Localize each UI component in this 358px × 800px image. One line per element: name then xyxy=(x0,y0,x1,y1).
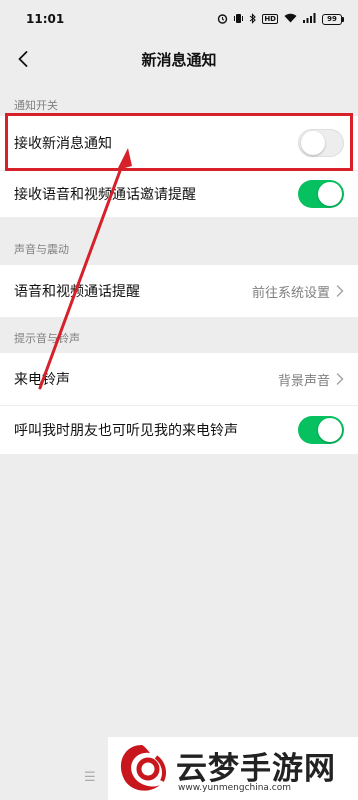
section-header-notification-switch: 通知开关 xyxy=(14,99,58,112)
watermark: 云梦手游网 www.yunmengchina.com xyxy=(108,737,358,800)
page-title: 新消息通知 xyxy=(141,50,217,69)
row-incoming-ringtone[interactable]: 来电铃声 背景声音 xyxy=(0,353,358,405)
nav-bar: 新消息通知 xyxy=(0,38,358,80)
row-friends-hear-ringtone[interactable]: 呼叫我时朋友也可听见我的来电铃声 xyxy=(0,406,358,454)
status-icons: HD 99 xyxy=(217,12,344,26)
row-label: 语音和视频通话提醒 xyxy=(14,284,140,300)
signal-icon xyxy=(303,13,316,25)
wifi-icon xyxy=(284,13,297,25)
receive-new-message-toggle[interactable] xyxy=(298,129,344,157)
watermark-url: www.yunmengchina.com xyxy=(178,783,292,793)
row-call-reminder-settings[interactable]: 语音和视频通话提醒 前往系统设置 xyxy=(0,265,358,317)
chevron-right-icon xyxy=(336,373,344,385)
watermark-logo xyxy=(120,745,166,791)
row-label: 呼叫我时朋友也可听见我的来电铃声 xyxy=(14,423,238,439)
row-label: 来电铃声 xyxy=(14,372,70,388)
menu-handle-icon: ☰ xyxy=(84,770,96,785)
bluetooth-icon xyxy=(249,12,257,26)
row-receive-call-invite-reminder[interactable]: 接收语音和视频通话邀请提醒 xyxy=(0,171,358,217)
row-label: 接收新消息通知 xyxy=(14,136,112,152)
call-invite-reminder-toggle[interactable] xyxy=(298,180,344,208)
chevron-left-icon xyxy=(18,51,28,67)
battery-icon: 99 xyxy=(322,13,344,25)
row-receive-new-message-notification[interactable]: 接收新消息通知 xyxy=(0,116,358,170)
back-button[interactable] xyxy=(8,44,38,74)
watermark-title: 云梦手游网 xyxy=(176,751,336,787)
row-value: 前往系统设置 xyxy=(251,285,330,301)
hd-icon: HD xyxy=(262,14,278,24)
battery-level: 99 xyxy=(322,13,342,25)
section-header-sound-vibration: 声音与震动 xyxy=(14,243,69,256)
alarm-icon xyxy=(217,13,228,26)
row-value: 背景声音 xyxy=(277,373,330,389)
section-header-tones-ringtones: 提示音与铃声 xyxy=(14,332,80,345)
row-label: 接收语音和视频通话邀请提醒 xyxy=(14,187,196,203)
chevron-right-icon xyxy=(336,285,344,297)
status-time: 11:01 xyxy=(26,12,65,26)
vibrate-icon xyxy=(234,13,244,26)
friends-hear-ringtone-toggle[interactable] xyxy=(298,416,344,444)
status-bar: 11:01 HD 99 xyxy=(0,0,358,38)
